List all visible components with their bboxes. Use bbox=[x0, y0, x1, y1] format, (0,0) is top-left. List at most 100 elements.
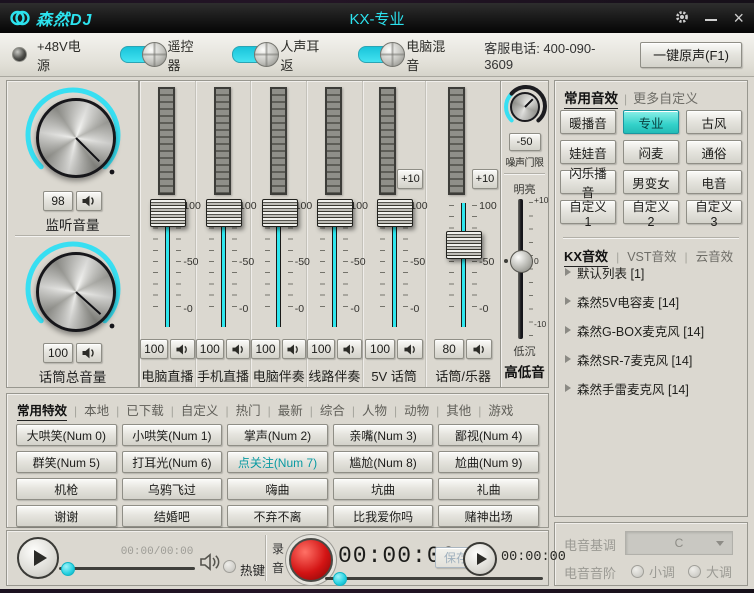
sfx-button[interactable]: 打耳光(Num 6) bbox=[122, 451, 223, 473]
voice-fx-button[interactable]: 通俗 bbox=[686, 140, 742, 164]
tree-item-gbox-mic[interactable]: 森然G-BOX麦克风 [14] bbox=[565, 320, 743, 340]
play-button[interactable] bbox=[17, 537, 59, 579]
record-play-button[interactable] bbox=[463, 542, 497, 576]
sfx-button[interactable]: 赌神出场 bbox=[438, 505, 539, 527]
fader-handle[interactable] bbox=[150, 199, 186, 227]
channel-mute-button[interactable] bbox=[397, 339, 423, 359]
tab-people[interactable]: 人物 bbox=[362, 400, 387, 419]
tab-game[interactable]: 游戏 bbox=[488, 400, 513, 419]
channel-mute-button[interactable] bbox=[170, 339, 194, 359]
tab-common-voice-fx[interactable]: 常用音效 bbox=[564, 87, 618, 109]
voice-fx-button[interactable]: 暖播音 bbox=[560, 110, 616, 134]
sfx-button[interactable]: 群笑(Num 5) bbox=[16, 451, 117, 473]
tab-local[interactable]: 本地 bbox=[84, 400, 109, 419]
player-recorder-bar: 00:00/00:00 热键 录音 00:00:00 保存 00:00:00 bbox=[6, 530, 549, 586]
sfx-button[interactable]: 不弃不离 bbox=[227, 505, 328, 527]
tab-downloaded[interactable]: 已下载 bbox=[126, 400, 164, 419]
hotkey-radio[interactable] bbox=[223, 560, 236, 573]
remote-toggle[interactable] bbox=[120, 46, 158, 63]
sfx-button[interactable]: 掌声(Num 2) bbox=[227, 424, 328, 446]
voice-fx-button[interactable]: 娃娃音 bbox=[560, 140, 616, 164]
channel-value[interactable]: 100 bbox=[196, 339, 224, 359]
fader-handle[interactable] bbox=[377, 199, 413, 227]
tree-item-5v-condenser[interactable]: 森然5V电容麦 [14] bbox=[565, 291, 743, 311]
gain-plus10-button[interactable]: +10 bbox=[397, 169, 423, 189]
channel-value[interactable]: 100 bbox=[140, 339, 168, 359]
close-icon[interactable]: × bbox=[733, 9, 744, 27]
monitor-mute-button[interactable] bbox=[76, 191, 102, 211]
fader-handle[interactable] bbox=[206, 199, 242, 227]
tab-general[interactable]: 综合 bbox=[320, 400, 345, 419]
tab-other[interactable]: 其他 bbox=[446, 400, 471, 419]
channel-mute-button[interactable] bbox=[226, 339, 250, 359]
sfx-button[interactable]: 礼曲 bbox=[438, 478, 539, 500]
gain-plus10-button[interactable]: +10 bbox=[472, 169, 498, 189]
tree-item-default-list[interactable]: 默认列表 [1] bbox=[565, 262, 743, 282]
monitor-volume-value[interactable]: 98 bbox=[43, 191, 73, 211]
channel-value[interactable]: 100 bbox=[307, 339, 335, 359]
sfx-button[interactable]: 大哄笑(Num 0) bbox=[16, 424, 117, 446]
record-button[interactable] bbox=[289, 538, 333, 582]
voice-fx-button[interactable]: 自定义1 bbox=[560, 200, 616, 224]
monitor-volume-knob[interactable] bbox=[23, 85, 123, 185]
etone-key-select[interactable]: C bbox=[625, 531, 733, 555]
sfx-button[interactable]: 亲嘴(Num 3) bbox=[333, 424, 434, 446]
tab-newest[interactable]: 最新 bbox=[278, 400, 303, 419]
playback-slider[interactable] bbox=[59, 567, 195, 570]
voice-fx-button[interactable]: 自定义2 bbox=[623, 200, 679, 224]
noise-gate-knob[interactable] bbox=[503, 85, 547, 129]
sfx-button[interactable]: 比我爱你吗 bbox=[333, 505, 434, 527]
sfx-button-highlighted[interactable]: 点关注(Num 7) bbox=[227, 451, 328, 473]
sfx-button[interactable]: 乌鸦飞过 bbox=[122, 478, 223, 500]
sfx-button[interactable]: 机枪 bbox=[16, 478, 117, 500]
vocal-monitor-toggle[interactable] bbox=[232, 46, 270, 63]
voice-fx-button-active[interactable]: 专业 bbox=[623, 110, 679, 134]
tab-more-custom[interactable]: 更多自定义 bbox=[633, 88, 698, 107]
speaker-icon[interactable] bbox=[199, 553, 221, 571]
channel-mute-button[interactable] bbox=[466, 339, 492, 359]
etone-minor-option[interactable]: 小调 bbox=[631, 562, 675, 581]
channel-mute-button[interactable] bbox=[337, 339, 361, 359]
sfx-button[interactable]: 鄙视(Num 4) bbox=[438, 424, 539, 446]
voice-fx-button[interactable]: 电音 bbox=[686, 170, 742, 194]
slider-thumb[interactable] bbox=[333, 572, 347, 586]
channel-value[interactable]: 100 bbox=[365, 339, 395, 359]
sfx-button[interactable]: 嗨曲 bbox=[227, 478, 328, 500]
channel-mute-button[interactable] bbox=[282, 339, 306, 359]
original-sound-button[interactable]: 一键原声(F1) bbox=[640, 42, 742, 68]
sfx-button[interactable]: 结婚吧 bbox=[122, 505, 223, 527]
channel-value[interactable]: 80 bbox=[434, 339, 464, 359]
tab-common-sfx[interactable]: 常用特效 bbox=[17, 400, 67, 421]
pc-mix-toggle[interactable] bbox=[358, 46, 396, 63]
sfx-button[interactable]: 坑曲 bbox=[333, 478, 434, 500]
tone-slider-knob[interactable] bbox=[510, 250, 533, 273]
sfx-button[interactable]: 尴尬(Num 8) bbox=[333, 451, 434, 473]
fader-handle[interactable] bbox=[446, 231, 482, 259]
sfx-button[interactable]: 尬曲(Num 9) bbox=[438, 451, 539, 473]
record-slider[interactable] bbox=[325, 577, 543, 580]
etone-major-option[interactable]: 大调 bbox=[688, 562, 732, 581]
sfx-button[interactable]: 谢谢 bbox=[16, 505, 117, 527]
tree-item-shoulei-mic[interactable]: 森然手雷麦克风 [14] bbox=[565, 378, 743, 398]
tree-item-sr7-mic[interactable]: 森然SR-7麦克风 [14] bbox=[565, 349, 743, 369]
mic-master-volume-knob[interactable] bbox=[23, 239, 123, 339]
fader-handle[interactable] bbox=[262, 199, 298, 227]
voice-fx-button[interactable]: 闪乐播音 bbox=[560, 170, 616, 194]
minimize-icon[interactable] bbox=[705, 11, 717, 26]
sfx-button[interactable]: 小哄笑(Num 1) bbox=[122, 424, 223, 446]
mic-master-volume-value[interactable]: 100 bbox=[43, 343, 73, 363]
tab-hot[interactable]: 热门 bbox=[236, 400, 261, 419]
tab-animal[interactable]: 动物 bbox=[404, 400, 429, 419]
voice-fx-button[interactable]: 闷麦 bbox=[623, 140, 679, 164]
tab-custom[interactable]: 自定义 bbox=[181, 400, 219, 419]
channel-value[interactable]: 100 bbox=[251, 339, 279, 359]
noise-gate-value[interactable]: -50 bbox=[509, 133, 541, 151]
voice-fx-button[interactable]: 男变女 bbox=[623, 170, 679, 194]
fader-handle[interactable] bbox=[317, 199, 353, 227]
settings-gear-icon[interactable] bbox=[675, 10, 689, 27]
slider-thumb[interactable] bbox=[61, 562, 75, 576]
voice-fx-button[interactable]: 自定义3 bbox=[686, 200, 742, 224]
voice-fx-button[interactable]: 古风 bbox=[686, 110, 742, 134]
sound-effects-panel: 常用特效| 本地| 已下载| 自定义| 热门| 最新| 综合| 人物| 动物| … bbox=[6, 393, 549, 528]
mic-master-mute-button[interactable] bbox=[76, 343, 102, 363]
